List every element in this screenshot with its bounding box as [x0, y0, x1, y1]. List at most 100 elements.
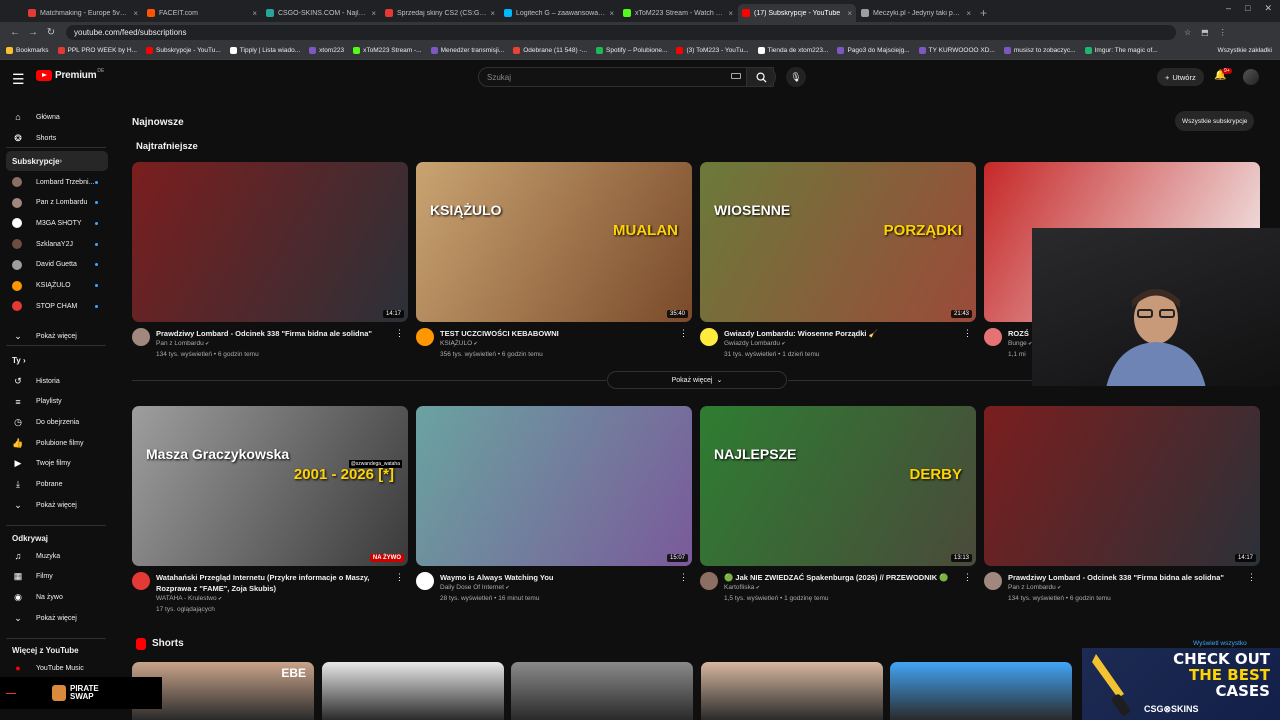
- back-icon[interactable]: ←: [6, 27, 24, 38]
- close-icon[interactable]: ×: [609, 9, 614, 18]
- browser-tab[interactable]: CSGO-SKINS.COM - Najlepsz ×: [262, 4, 380, 22]
- create-button[interactable]: + Utwórz: [1157, 68, 1204, 86]
- video-title[interactable]: Prawdziwy Lombard - Odcinek 338 "Firma b…: [1008, 572, 1244, 583]
- bookmark-item[interactable]: Menedżer transmisji...: [430, 47, 504, 54]
- short-thumbnail[interactable]: [321, 662, 504, 720]
- close-icon[interactable]: ×: [252, 9, 257, 18]
- bookmark-item[interactable]: Imgur: The magic of...: [1084, 47, 1158, 54]
- bookmark-item[interactable]: Bookmarks: [6, 47, 49, 54]
- sidebar-item[interactable]: ♫ Muzyka: [6, 546, 108, 566]
- search-button[interactable]: [746, 67, 776, 87]
- bookmark-item[interactable]: Pago3 do Majsciejg...: [837, 47, 910, 54]
- channel-avatar[interactable]: [984, 328, 1002, 346]
- sidebar-channel[interactable]: Lombard Trzebni...: [6, 172, 108, 192]
- new-tab-button[interactable]: +: [980, 4, 987, 22]
- channel-avatar[interactable]: [984, 572, 1002, 590]
- show-all-link[interactable]: Wyświetl wszystko: [1193, 640, 1247, 647]
- sidebar-channel[interactable]: STOP CHAM: [6, 296, 108, 316]
- sidebar-explore-header[interactable]: Odkrywaj: [12, 534, 48, 543]
- more-options-icon[interactable]: ⋮: [395, 328, 404, 339]
- sidebar-item[interactable]: ▶ Twoje filmy: [6, 454, 108, 474]
- bookmark-item[interactable]: xToM223 Stream -...: [353, 47, 422, 54]
- more-options-icon[interactable]: ⋮: [679, 572, 688, 583]
- browser-tab[interactable]: Sprzedaj skiny CS2 (CS:GO) | N×: [381, 4, 499, 22]
- channel-avatar[interactable]: [132, 328, 150, 346]
- keyboard-icon[interactable]: [731, 73, 741, 79]
- star-icon[interactable]: ☆: [1184, 28, 1191, 37]
- more-options-icon[interactable]: ⋮: [395, 572, 404, 583]
- more-options-icon[interactable]: ⋮: [1247, 572, 1256, 583]
- browser-tab[interactable]: (17) Subskrypcje - YouTube ×: [738, 4, 856, 22]
- short-thumbnail[interactable]: [511, 662, 693, 720]
- avatar[interactable]: [1243, 69, 1259, 85]
- sidebar-channel[interactable]: KSIĄŻULO: [6, 276, 108, 296]
- reload-icon[interactable]: ↻: [42, 27, 60, 38]
- browser-tab[interactable]: FACEIT.com ×: [143, 4, 261, 22]
- channel-name[interactable]: Pan z Lombardu ✔: [1008, 584, 1061, 591]
- video-thumbnail[interactable]: NAJLEPSZE DERBY 13:13: [700, 406, 976, 566]
- bookmark-item[interactable]: Subskrypcje - YouTu...: [146, 47, 221, 54]
- sidebar-item[interactable]: ≡ Playlisty: [6, 392, 108, 412]
- channel-name[interactable]: Daily Dose Of Internet ✔: [440, 584, 510, 591]
- more-options-icon[interactable]: ⋮: [963, 328, 972, 339]
- bookmark-item[interactable]: Spotify – Polubione...: [596, 47, 667, 54]
- sidebar-channel[interactable]: SzklanaY2J: [6, 234, 108, 254]
- close-icon[interactable]: ×: [133, 9, 138, 18]
- sidebar-channel[interactable]: M3GA SHOTY: [6, 213, 108, 233]
- forward-icon[interactable]: →: [24, 27, 42, 38]
- url-field[interactable]: youtube.com/feed/subscriptions: [66, 24, 1176, 40]
- browser-tab[interactable]: Meczyki.pl - Jedyny taki portal ×: [857, 4, 975, 22]
- sidebar-show-more[interactable]: ⌄ Pokaż więcej: [6, 326, 108, 346]
- video-title[interactable]: TEST UCZCIWOŚCI KEBABOWNI: [440, 328, 676, 339]
- bookmark-item[interactable]: TY KURWOOOO XD...: [918, 47, 995, 54]
- close-icon[interactable]: ×: [371, 9, 376, 18]
- browser-menu-icon[interactable]: ⋮: [1219, 28, 1227, 37]
- video-title[interactable]: Watahański Przegląd Internetu (Przykre i…: [156, 572, 392, 594]
- sidebar-channel[interactable]: David Guetta: [6, 255, 108, 275]
- all-bookmarks[interactable]: Wszystkie zakładki: [1217, 47, 1272, 54]
- close-icon[interactable]: ×: [847, 9, 852, 18]
- hamburger-menu-icon[interactable]: ☰: [12, 71, 25, 88]
- sidebar-item-youtube-music[interactable]: ● YouTube Music: [6, 658, 108, 678]
- sidebar-channel[interactable]: Pan z Lombardu: [6, 193, 108, 213]
- short-thumbnail[interactable]: [700, 662, 883, 720]
- bookmark-item[interactable]: (3) ToM223 - YouTu...: [676, 47, 749, 54]
- close-window-icon[interactable]: ✕: [1264, 3, 1272, 14]
- bookmark-item[interactable]: Tienda de xtom223...: [757, 47, 828, 54]
- video-thumbnail[interactable]: Masza Graczykowska 2001 - 2026 [*] @szwand…: [132, 406, 408, 566]
- channel-avatar[interactable]: [132, 572, 150, 590]
- video-title[interactable]: Waymo is Always Watching You: [440, 572, 676, 583]
- sidebar-item[interactable]: ▦ Filmy: [6, 567, 108, 587]
- close-icon[interactable]: ×: [728, 9, 733, 18]
- bookmark-item[interactable]: Tipply | Lista wiado...: [229, 47, 300, 54]
- channel-name[interactable]: Bunge ✔: [1008, 340, 1032, 347]
- sidebar-item[interactable]: ◉ Na żywo: [6, 587, 108, 607]
- channel-avatar[interactable]: [416, 328, 434, 346]
- close-icon[interactable]: ×: [966, 9, 971, 18]
- sidebar-you-header[interactable]: Ty ›: [12, 356, 26, 365]
- channel-avatar[interactable]: [700, 572, 718, 590]
- bookmark-item[interactable]: musisz to zobaczyc...: [1003, 47, 1076, 54]
- video-thumbnail[interactable]: 15:07: [416, 406, 692, 566]
- all-subscriptions-button[interactable]: Wszystkie subskrypcje: [1175, 111, 1255, 131]
- video-thumbnail[interactable]: 14:17: [132, 162, 408, 322]
- browser-tab[interactable]: xToM223 Stream - Watch Live ×: [619, 4, 737, 22]
- youtube-premium-logo[interactable]: Premium DE: [36, 68, 104, 81]
- close-icon[interactable]: ×: [490, 9, 495, 18]
- video-thumbnail[interactable]: WIOSENNE PORZĄDKI 21:43: [700, 162, 976, 322]
- channel-name[interactable]: Kartofliska ✔: [724, 584, 760, 591]
- video-title[interactable]: Gwiazdy Lombardu: Wiosenne Porządki 🧹: [724, 328, 960, 339]
- video-title[interactable]: 🟢 Jak NIE ZWIEDZAĆ Spakenburga (2026) //…: [724, 572, 960, 583]
- sidebar-item-subscriptions[interactable]: Subskrypcje ›: [6, 151, 108, 171]
- video-thumbnail[interactable]: KSIĄŻULO MUALAN 35:40: [416, 162, 692, 322]
- sidebar-item-home[interactable]: ⌂ Główna: [6, 107, 108, 127]
- sidebar-item[interactable]: ⌄ Pokaż więcej: [6, 495, 108, 515]
- channel-avatar[interactable]: [700, 328, 718, 346]
- more-options-icon[interactable]: ⋮: [679, 328, 688, 339]
- voice-search-button[interactable]: 🎙: [786, 67, 806, 87]
- channel-name[interactable]: KSIĄŻULO ✔: [440, 340, 478, 347]
- extensions-icon[interactable]: ⬒: [1201, 28, 1209, 37]
- browser-tab[interactable]: Matchmaking - Europe 5v5 Qu ×: [24, 4, 142, 22]
- browser-tab[interactable]: Logitech G – zaawansowany sp ×: [500, 4, 618, 22]
- channel-avatar[interactable]: [416, 572, 434, 590]
